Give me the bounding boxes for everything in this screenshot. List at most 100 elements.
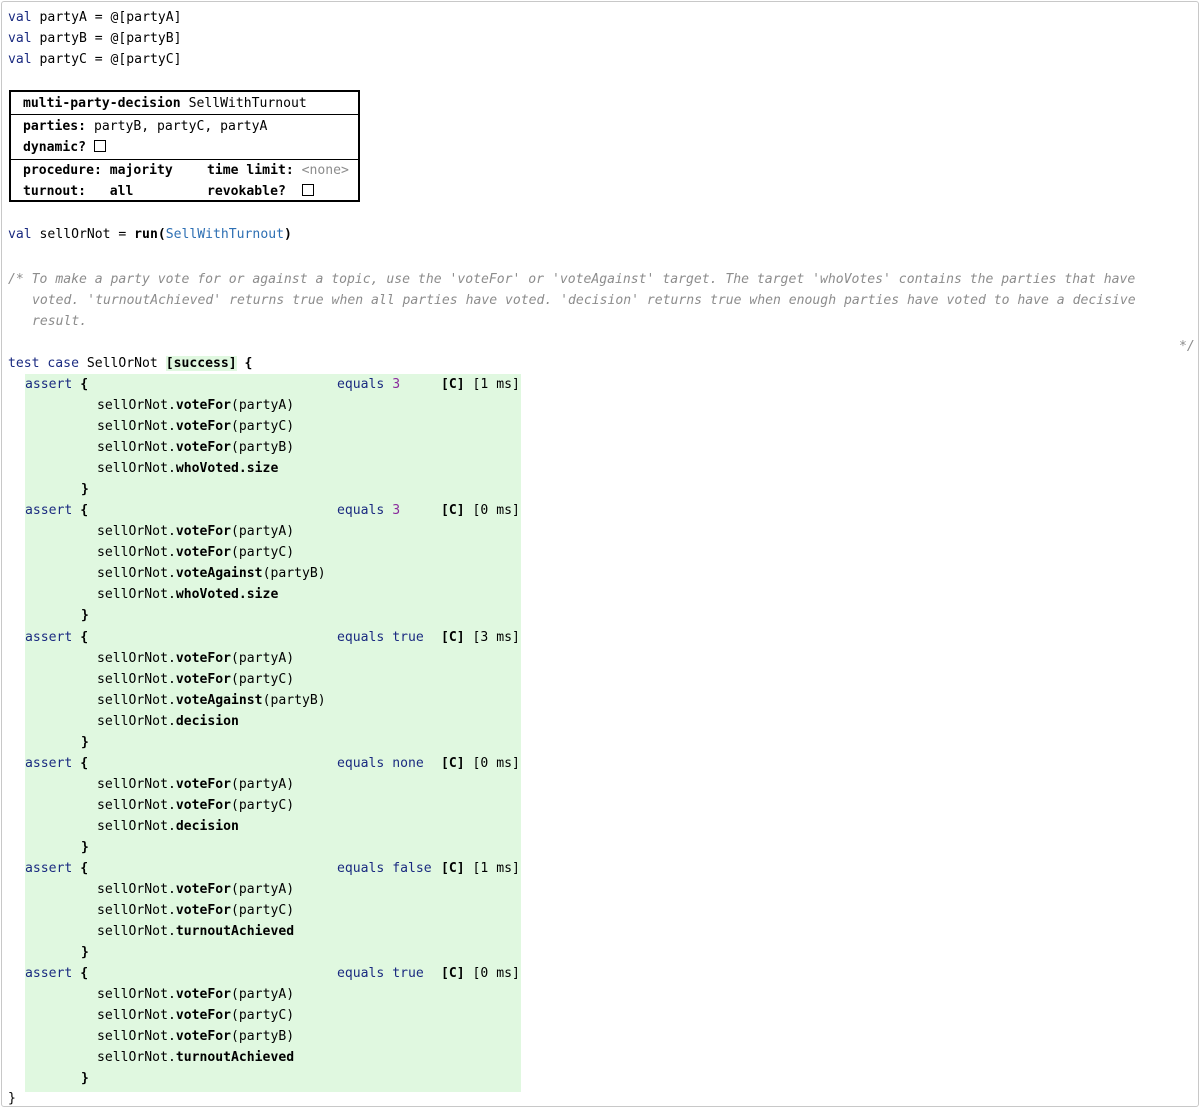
assert-expectation[interactable]: equals true <box>337 963 424 984</box>
val-value[interactable]: @[partyB] <box>111 31 182 46</box>
expected-value[interactable]: 3 <box>392 377 400 392</box>
expression-member[interactable]: voteFor <box>176 987 231 1002</box>
assert-result: [C] [0 ms] <box>441 753 520 774</box>
assert-expression-line[interactable]: sellOrNot.voteFor(partyC) <box>97 1005 294 1026</box>
turnout-row: turnout: all <box>23 181 133 202</box>
assert-expectation[interactable]: equals none <box>337 753 424 774</box>
assert-block[interactable]: assert {equals false [C] [1 ms] sellOrNot.… <box>25 858 521 964</box>
expression-member[interactable]: voteFor <box>176 419 231 434</box>
assert-block[interactable]: assert {equals true [C] [0 ms] sellOrNot.v… <box>25 963 521 1092</box>
expression-member[interactable]: whoVoted.size <box>176 461 278 476</box>
time-limit-value[interactable]: <none> <box>302 163 349 178</box>
decision-name[interactable]: SellWithTurnout <box>189 96 307 111</box>
expression-member[interactable]: voteFor <box>176 882 231 897</box>
assert-expression-line[interactable]: sellOrNot.voteFor(partyC) <box>97 416 294 437</box>
expression-object: sellOrNot. <box>97 924 176 939</box>
assert-expression-line[interactable]: sellOrNot.turnoutAchieved <box>97 1047 294 1068</box>
expression-member[interactable]: turnoutAchieved <box>176 924 294 939</box>
assert-expression-line[interactable]: sellOrNot.voteFor(partyA) <box>97 879 294 900</box>
test-case-header[interactable]: test case SellOrNot [success] { <box>8 353 252 374</box>
expression-member[interactable]: voteFor <box>176 1029 231 1044</box>
assert-expression-line[interactable]: sellOrNot.voteFor(partyA) <box>97 648 294 669</box>
comment-line-3[interactable]: result. <box>32 311 87 332</box>
expected-value[interactable]: 3 <box>392 503 400 518</box>
expression-member[interactable]: voteFor <box>176 798 231 813</box>
procedure-value[interactable]: majority <box>110 163 173 178</box>
expression-member[interactable]: voteFor <box>176 903 231 918</box>
assert-expression-line[interactable]: sellOrNot.voteAgainst(partyB) <box>97 563 326 584</box>
expression-member[interactable]: voteFor <box>176 440 231 455</box>
assert-expression-line[interactable]: sellOrNot.voteFor(partyA) <box>97 395 294 416</box>
expression-member[interactable]: voteFor <box>176 524 231 539</box>
val-declaration-partyA[interactable]: val partyA = @[partyA] <box>8 7 181 28</box>
assert-expression-line[interactable]: sellOrNot.voteFor(partyA) <box>97 521 294 542</box>
dynamic-checkbox[interactable] <box>93 140 106 152</box>
expression-member[interactable]: turnoutAchieved <box>176 1050 294 1065</box>
assert-expression-line[interactable]: sellOrNot.voteAgainst(partyB) <box>97 690 326 711</box>
val-declaration-partyB[interactable]: val partyB = @[partyB] <box>8 28 181 49</box>
expected-value[interactable]: none <box>392 756 424 771</box>
assert-expectation[interactable]: equals 3 <box>337 500 400 521</box>
expression-member[interactable]: voteAgainst <box>176 693 263 708</box>
expression-object: sellOrNot. <box>97 419 176 434</box>
decision-reference-link[interactable]: SellWithTurnout <box>166 227 284 242</box>
expression-member[interactable]: voteFor <box>176 777 231 792</box>
comment-line-1[interactable]: /* To make a party vote for or against a… <box>8 269 1135 290</box>
expected-value[interactable]: true <box>392 630 424 645</box>
assert-keyword: assert <box>25 756 73 771</box>
equals-keyword: equals <box>337 377 385 392</box>
assert-block[interactable]: assert {equals true [C] [3 ms] sellOrNot.v… <box>25 627 521 754</box>
expression-member[interactable]: voteFor <box>176 398 231 413</box>
val-name[interactable]: sellOrNot <box>40 227 111 242</box>
assert-expression-line[interactable]: sellOrNot.voteFor(partyC) <box>97 900 294 921</box>
expression-object: sellOrNot. <box>97 987 176 1002</box>
val-value[interactable]: @[partyA] <box>111 10 182 25</box>
val-declaration-partyC[interactable]: val partyC = @[partyC] <box>8 49 181 70</box>
assert-expression-line[interactable]: sellOrNot.voteFor(partyA) <box>97 774 294 795</box>
expression-member[interactable]: voteFor <box>176 651 231 666</box>
assert-block[interactable]: assert {equals 3 [C] [0 ms] sellOrNot.vote… <box>25 500 521 627</box>
val-value[interactable]: @[partyC] <box>111 52 182 67</box>
assert-header: assert { <box>25 963 88 984</box>
val-name[interactable]: partyC <box>40 52 87 67</box>
expected-value[interactable]: false <box>392 861 431 876</box>
assert-expression-line[interactable]: sellOrNot.voteFor(partyC) <box>97 669 294 690</box>
expected-value[interactable]: true <box>392 966 424 981</box>
assert-expectation[interactable]: equals 3 <box>337 374 400 395</box>
assert-block[interactable]: assert {equals 3 [C] [1 ms] sellOrNot.vote… <box>25 374 521 501</box>
assert-expression-line[interactable]: sellOrNot.whoVoted.size <box>97 458 278 479</box>
expression-member[interactable]: voteFor <box>176 1008 231 1023</box>
assert-expectation[interactable]: equals false <box>337 858 432 879</box>
assert-expression-line[interactable]: sellOrNot.decision <box>97 711 239 732</box>
assert-expression-line[interactable]: sellOrNot.voteFor(partyC) <box>97 795 294 816</box>
expression-member[interactable]: decision <box>176 714 239 729</box>
code-editor[interactable]: val partyA = @[partyA] val partyB = @[pa… <box>1 1 1199 1107</box>
run-declaration[interactable]: val sellOrNot = run(SellWithTurnout) <box>8 224 292 245</box>
assert-expression-line[interactable]: sellOrNot.turnoutAchieved <box>97 921 294 942</box>
assert-expression-line[interactable]: sellOrNot.voteFor(partyB) <box>97 1026 294 1047</box>
multi-party-decision-table[interactable]: multi-party-decision SellWithTurnout par… <box>9 90 360 202</box>
assert-expectation[interactable]: equals true <box>337 627 424 648</box>
val-name[interactable]: partyA <box>40 10 87 25</box>
assert-open-brace: { <box>80 861 89 876</box>
val-name[interactable]: partyB <box>40 31 87 46</box>
assert-close-brace: } <box>81 840 89 855</box>
assert-expression-line[interactable]: sellOrNot.whoVoted.size <box>97 584 278 605</box>
assert-expression-line[interactable]: sellOrNot.decision <box>97 816 239 837</box>
expression-member[interactable]: whoVoted.size <box>176 587 278 602</box>
expression-member[interactable]: voteFor <box>176 672 231 687</box>
assert-result: [C] [0 ms] <box>441 963 520 984</box>
parties-value[interactable]: partyB, partyC, partyA <box>94 119 267 134</box>
assert-expression-line[interactable]: sellOrNot.voteFor(partyC) <box>97 542 294 563</box>
expression-member[interactable]: voteAgainst <box>176 566 263 581</box>
expression-member[interactable]: voteFor <box>176 545 231 560</box>
comment-line-2[interactable]: voted. 'turnoutAchieved' returns true wh… <box>32 290 1136 311</box>
assert-expression-line[interactable]: sellOrNot.voteFor(partyA) <box>97 984 294 1005</box>
assert-block[interactable]: assert {equals none [C] [0 ms] sellOrNot.v… <box>25 753 521 859</box>
revokable-checkbox[interactable] <box>301 184 314 196</box>
expression-member[interactable]: decision <box>176 819 239 834</box>
turnout-value[interactable]: all <box>110 184 134 199</box>
assert-expression-line[interactable]: sellOrNot.voteFor(partyB) <box>97 437 294 458</box>
test-case-name[interactable]: SellOrNot <box>87 356 158 371</box>
assert-close-brace: } <box>81 608 89 623</box>
